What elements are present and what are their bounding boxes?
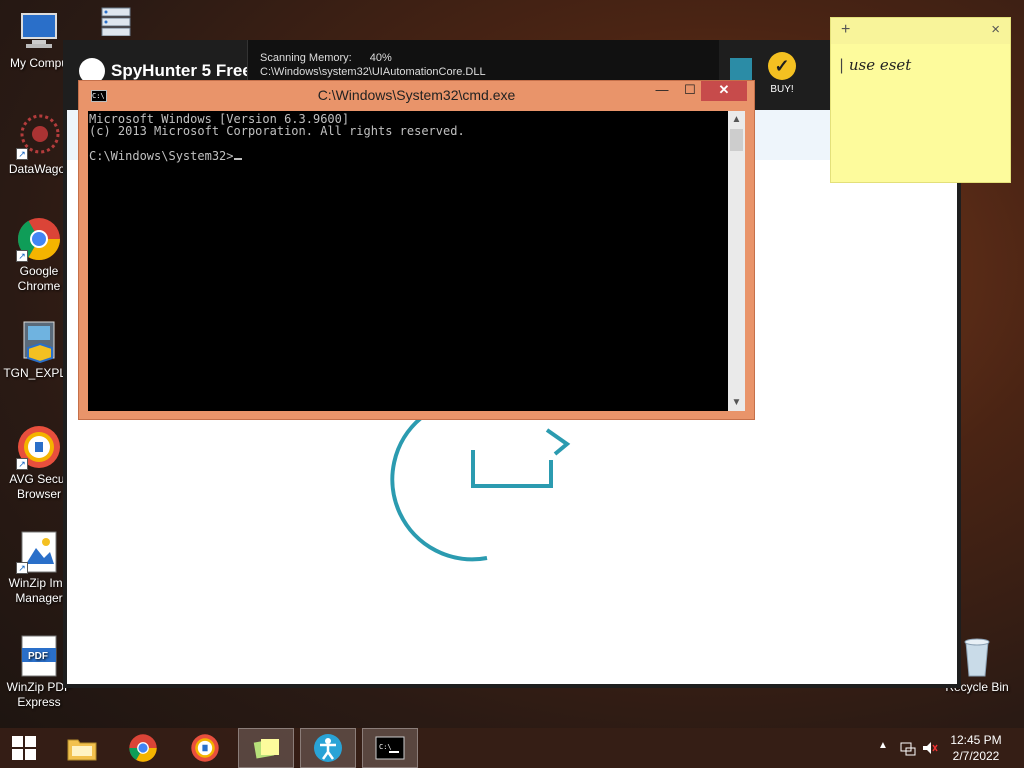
tgn-installer-icon (16, 318, 62, 364)
shortcut-arrow-icon: ↗ (16, 562, 28, 574)
volume-muted-icon[interactable] (922, 740, 938, 756)
network-icon[interactable] (900, 740, 916, 756)
pdf-icon: PDF (16, 632, 62, 678)
shortcut-arrow-icon: ↗ (16, 458, 28, 470)
avg-browser-icon: ↗ (16, 424, 62, 470)
cmd-scrollbar[interactable]: ▲ ▼ (728, 111, 745, 411)
svg-text:C:\: C:\ (379, 743, 392, 751)
add-note-button[interactable]: + (841, 21, 850, 39)
taskbar-cmd[interactable]: C:\ (362, 728, 418, 768)
chrome-icon: ↗ (16, 216, 62, 262)
scan-file: C:\Windows\system32\UIAutomationCore.DLL (260, 66, 486, 78)
taskbar-sticky-notes[interactable] (238, 728, 294, 768)
taskbar: C:\ ▲ 12:45 PM 2/7/2022 (0, 728, 1024, 768)
taskbar-chrome[interactable] (115, 728, 171, 768)
console-line: (c) 2013 Microsoft Corporation. All righ… (89, 124, 465, 138)
computer-icon (16, 8, 62, 54)
start-button[interactable] (0, 728, 48, 768)
shortcut-arrow-icon: ↗ (16, 250, 28, 262)
close-button[interactable]: ✕ (701, 81, 747, 101)
sticky-note-toolbar: + × (831, 18, 1010, 44)
taskbar-avg-browser[interactable] (177, 728, 233, 768)
desktop-icon-server[interactable] (80, 6, 150, 38)
winzip-image-icon: ↗ (16, 528, 62, 574)
cmd-console[interactable]: Microsoft Windows [Version 6.3.9600] (c) … (88, 111, 728, 411)
windows-logo-icon (12, 736, 36, 760)
avg-browser-icon (191, 734, 219, 762)
chrome-icon (129, 734, 157, 762)
close-note-button[interactable]: × (991, 21, 1000, 38)
taskbar-accessibility[interactable] (300, 728, 356, 768)
buy-button[interactable]: ✓ BUY! (763, 44, 801, 106)
minimize-button[interactable]: — (651, 81, 673, 101)
maximize-button[interactable]: ☐ (679, 81, 701, 101)
cmd-window[interactable]: C:\ C:\Windows\System32\cmd.exe — ☐ ✕ Mi… (78, 80, 755, 420)
accessibility-icon (314, 734, 342, 762)
spyhunter-status-square[interactable] (730, 58, 752, 80)
cmd-title-bar[interactable]: C:\ C:\Windows\System32\cmd.exe — ☐ ✕ (79, 81, 754, 111)
svg-text:PDF: PDF (28, 651, 48, 662)
scroll-thumb[interactable] (730, 129, 743, 151)
show-hidden-icons-icon[interactable]: ▲ (878, 740, 888, 751)
sticky-notes-icon (253, 739, 279, 759)
scan-label: Scanning Memory: (260, 52, 352, 64)
scan-percent: 40% (369, 52, 392, 64)
server-icon (92, 6, 138, 37)
scroll-up-icon[interactable]: ▲ (728, 111, 745, 128)
scroll-down-icon[interactable]: ▼ (728, 394, 745, 411)
text-cursor (233, 149, 242, 160)
system-tray: ▲ 12:45 PM 2/7/2022 (864, 728, 1024, 768)
sticky-note-text[interactable]: | use eset (839, 56, 911, 74)
folder-icon (67, 739, 97, 761)
cmd-icon: C:\ (375, 736, 405, 760)
sticky-note[interactable]: + × | use eset (830, 17, 1011, 183)
clock[interactable]: 12:45 PM 2/7/2022 (946, 732, 1006, 764)
console-prompt: C:\Windows\System32> (89, 149, 234, 163)
taskbar-file-explorer[interactable] (54, 728, 110, 768)
clock-date: 2/7/2022 (952, 749, 1000, 763)
scan-graphic-icon (390, 416, 571, 562)
clock-time: 12:45 PM (950, 733, 1002, 747)
shortcut-arrow-icon: ↗ (16, 148, 28, 160)
checkmark-icon: ✓ (768, 52, 796, 80)
datawagon-icon: ↗ (16, 114, 62, 160)
